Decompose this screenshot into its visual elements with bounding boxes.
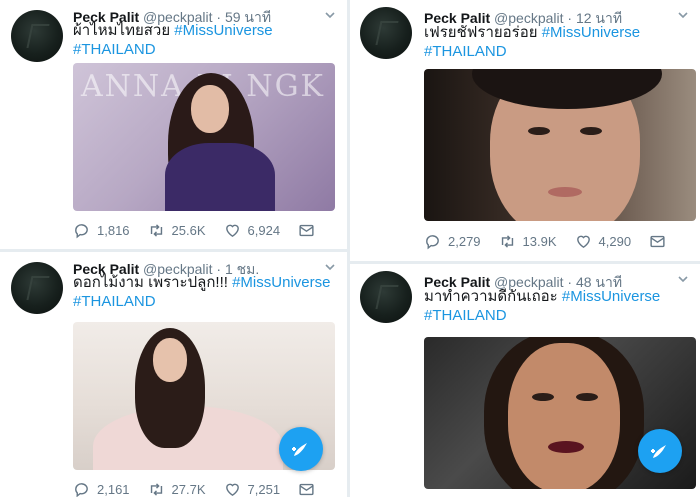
reply-icon bbox=[75, 483, 88, 497]
like-button[interactable]: 4,290 bbox=[575, 233, 632, 250]
direct-message-icon bbox=[299, 483, 314, 496]
tweet-body: มาทำความดีกันเถอะ bbox=[424, 288, 558, 305]
tweet-actions: 2,161 27.7K 7,251 bbox=[73, 481, 340, 497]
tweet-text: ผ้าไหมไทยสวย #MissUniverse #THAILAND bbox=[73, 21, 273, 59]
tweet-photo[interactable]: ANNA RI NGK bbox=[73, 63, 335, 211]
like-count: 7,251 bbox=[247, 482, 281, 497]
tweet-text: ดอกไม้งาม เพราะปลูก!!! #MissUniverse #TH… bbox=[73, 273, 330, 311]
hashtag-link[interactable]: #MissUniverse bbox=[562, 288, 660, 305]
photo-subject-lips bbox=[548, 441, 584, 453]
hashtag-link[interactable]: #MissUniverse bbox=[232, 274, 330, 291]
caret-down-icon[interactable] bbox=[323, 260, 337, 274]
compose-tweet-button[interactable] bbox=[279, 427, 323, 471]
like-button[interactable]: 6,924 bbox=[224, 222, 281, 239]
tweet-body: ดอกไม้งาม เพราะปลูก!!! bbox=[73, 274, 228, 291]
like-icon bbox=[225, 483, 239, 497]
hashtag-link[interactable]: #THAILAND bbox=[73, 41, 156, 58]
like-button[interactable]: 7,251 bbox=[224, 481, 281, 497]
avatar[interactable] bbox=[360, 271, 412, 323]
reply-button[interactable]: 2,279 bbox=[424, 233, 481, 250]
photo-subject-eye bbox=[580, 127, 602, 135]
hashtag-link[interactable]: #MissUniverse bbox=[174, 22, 272, 39]
photo-subject-face bbox=[153, 338, 187, 382]
tweet-card[interactable]: Peck Palit @peckpalit · 12 นาที เฟรยชัฟร… bbox=[350, 0, 700, 261]
tweet-text: มาทำความดีกันเถอะ #MissUniverse #THAILAN… bbox=[424, 287, 660, 325]
photo-subject-eye bbox=[576, 393, 598, 401]
retweet-button[interactable]: 13.9K bbox=[499, 233, 557, 250]
photo-subject-dress bbox=[165, 143, 275, 211]
avatar[interactable] bbox=[11, 262, 63, 314]
direct-message-button[interactable] bbox=[298, 222, 322, 239]
hashtag-link[interactable]: #THAILAND bbox=[424, 307, 507, 324]
hashtag-link[interactable]: #THAILAND bbox=[424, 43, 507, 60]
photo-subject-lips bbox=[548, 187, 582, 197]
tweet-actions: 2,279 13.9K 4,290 bbox=[424, 233, 691, 250]
tweet-actions: 1,816 25.6K 6,924 bbox=[73, 222, 340, 239]
hashtag-link[interactable]: #MissUniverse bbox=[542, 24, 640, 41]
tweet-card[interactable]: Peck Palit @peckpalit · 59 นาที ผ้าไหมไท… bbox=[0, 0, 347, 249]
photo-subject-eye bbox=[532, 393, 554, 401]
hashtag-link[interactable]: #THAILAND bbox=[73, 293, 156, 310]
retweet-icon bbox=[150, 224, 162, 237]
retweet-button[interactable]: 25.6K bbox=[148, 222, 206, 239]
tweet-card[interactable]: Peck Palit @peckpalit · 48 นาที มาทำความ… bbox=[350, 264, 700, 497]
avatar[interactable] bbox=[360, 7, 412, 59]
like-count: 6,924 bbox=[247, 223, 281, 238]
retweet-count: 25.6K bbox=[171, 223, 206, 238]
reply-count: 2,161 bbox=[97, 482, 130, 497]
caret-down-icon[interactable] bbox=[676, 8, 690, 22]
direct-message-button[interactable] bbox=[298, 481, 322, 497]
like-icon bbox=[576, 235, 590, 249]
compose-tweet-icon bbox=[651, 445, 666, 458]
reply-count: 1,816 bbox=[97, 223, 130, 238]
avatar[interactable] bbox=[11, 10, 63, 62]
retweet-button[interactable]: 27.7K bbox=[148, 481, 206, 497]
direct-message-icon bbox=[299, 224, 314, 237]
caret-down-icon[interactable] bbox=[323, 8, 337, 22]
like-icon bbox=[225, 224, 239, 238]
reply-button[interactable]: 1,816 bbox=[73, 222, 130, 239]
retweet-count: 27.7K bbox=[171, 482, 206, 497]
tweet-card[interactable]: Peck Palit @peckpalit · 1 ชม. ดอกไม้งาม … bbox=[0, 252, 347, 497]
caret-down-icon[interactable] bbox=[676, 272, 690, 286]
tweet-body: ผ้าไหมไทยสวย bbox=[73, 22, 171, 39]
compose-tweet-button[interactable] bbox=[638, 429, 682, 473]
direct-message-icon bbox=[650, 235, 665, 248]
retweet-icon bbox=[150, 483, 162, 496]
retweet-count: 13.9K bbox=[522, 234, 557, 249]
compose-tweet-icon bbox=[292, 443, 307, 456]
tweet-text: เฟรยชัฟรายอร่อย #MissUniverse #THAILAND bbox=[424, 23, 640, 61]
tweet-photo[interactable] bbox=[424, 69, 696, 221]
reply-count: 2,279 bbox=[448, 234, 481, 249]
retweet-icon bbox=[501, 235, 513, 248]
direct-message-button[interactable] bbox=[649, 233, 673, 250]
reply-button[interactable]: 2,161 bbox=[73, 481, 130, 497]
like-count: 4,290 bbox=[598, 234, 632, 249]
reply-icon bbox=[426, 235, 439, 250]
photo-subject-face bbox=[508, 343, 620, 489]
reply-icon bbox=[75, 224, 88, 239]
photo-subject-eye bbox=[528, 127, 550, 135]
photo-subject-face bbox=[191, 85, 229, 133]
tweet-body: เฟรยชัฟรายอร่อย bbox=[424, 24, 538, 41]
